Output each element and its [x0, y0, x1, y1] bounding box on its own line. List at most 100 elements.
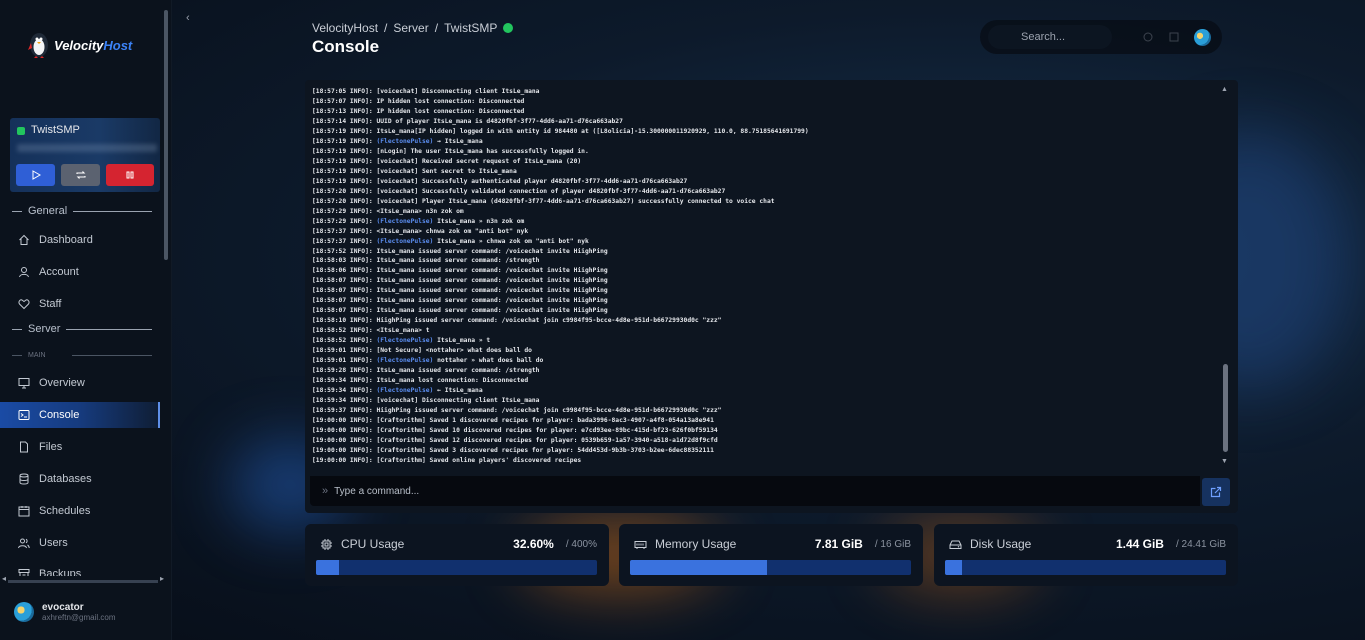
top-bar: [980, 20, 1222, 54]
open-external-button[interactable]: [1202, 478, 1230, 506]
sidebar-item-dashboard[interactable]: Dashboard: [0, 227, 160, 253]
sidebar-item-overview[interactable]: Overview: [0, 370, 160, 396]
console-line: [18:57:52 INFO]: ItsLe_mana issued serve…: [312, 247, 608, 255]
online-status-dot: [503, 23, 514, 33]
user-icon: [19, 267, 29, 278]
console-line: [18:57:14 INFO]: UUID of player ItsLe_ma…: [312, 117, 623, 125]
memory-label: Memory Usage: [655, 537, 737, 551]
user-profile[interactable]: evocator axhreftn@gmail.com: [14, 602, 115, 622]
prompt-chevron-icon: »: [322, 485, 329, 497]
console-line: [18:59:37 INFO]: HiighPing issued server…: [312, 407, 722, 414]
sidebar-item-account[interactable]: Account: [0, 259, 160, 285]
console-line: [18:57:37 INFO]: (FlectonePulse) ItsLe_m…: [312, 237, 589, 245]
memory-progress-bar: [630, 560, 911, 575]
memory-usage-card: Memory Usage 7.81 GiB / 16 GiB: [619, 524, 923, 586]
console-line: [18:58:06 INFO]: ItsLe_mana issued serve…: [312, 267, 608, 275]
console-line: [18:59:01 INFO]: [Not Secure] <nottaher>…: [312, 347, 532, 355]
sidebar-item-files[interactable]: Files: [0, 434, 160, 460]
console-line: [18:59:34 INFO]: ItsLe_mana lost connect…: [312, 377, 529, 385]
command-bar: »: [310, 476, 1200, 506]
console-line: [19:00:00 INFO]: [Craftorithm] Saved 10 …: [312, 426, 718, 434]
header-avatar[interactable]: [1194, 29, 1211, 46]
console-line: [18:57:07 INFO]: IP hidden lost connecti…: [312, 97, 525, 105]
console-scrollbar[interactable]: ▲ ▼: [1221, 86, 1229, 468]
sidebar-horizontal-scrollbar[interactable]: [2, 574, 164, 583]
sidebar-item-users[interactable]: Users: [0, 530, 160, 556]
brand-name: VelocityHost: [54, 37, 133, 53]
section-server-label: Server: [12, 323, 152, 335]
users-icon: [18, 538, 30, 549]
breadcrumb-server[interactable]: Server: [393, 21, 428, 35]
scroll-down-arrow-icon[interactable]: ▼: [1221, 458, 1228, 465]
cpu-max: / 400%: [565, 538, 597, 550]
console-line: [18:58:52 INFO]: <ItsLe_mana> t: [312, 327, 430, 335]
memory-progress-fill: [630, 560, 768, 575]
disk-value: 1.44 GiB: [1115, 537, 1164, 551]
settings-icon[interactable]: [1168, 31, 1180, 43]
console-line: [18:59:01 INFO]: (FlectonePulse) nottahe…: [312, 357, 544, 365]
search-input[interactable]: [988, 25, 1112, 49]
external-link-icon: [1210, 486, 1222, 498]
server-card: TwistSMP: [10, 118, 160, 192]
console-line: [18:57:13 INFO]: IP hidden lost connecti…: [312, 107, 525, 115]
console-line: [18:57:05 INFO]: [voicechat] Disconnecti…: [312, 88, 540, 95]
sidebar-item-schedules[interactable]: Schedules: [0, 498, 160, 524]
disk-progress-fill: [945, 560, 962, 575]
stop-button[interactable]: [106, 164, 154, 186]
sidebar-scrollbar[interactable]: [164, 10, 168, 260]
console-line: [18:59:28 INFO]: ItsLe_mana issued serve…: [312, 367, 540, 375]
console-output: [18:57:05 INFO]: [voicechat] Disconnecti…: [312, 87, 1217, 479]
console-line: [18:58:07 INFO]: ItsLe_mana issued serve…: [312, 277, 608, 285]
console-line: [18:58:07 INFO]: ItsLe_mana issued serve…: [312, 287, 608, 295]
cpu-label: CPU Usage: [341, 537, 405, 551]
user-name: evocator: [42, 602, 84, 613]
console-line: [18:57:19 INFO]: [voicechat] Received se…: [312, 157, 582, 165]
restart-button[interactable]: [61, 164, 100, 186]
console-line: [18:57:20 INFO]: [voicechat] Player ItsL…: [312, 197, 775, 205]
memory-max: / 16 GiB: [874, 538, 911, 550]
archive-icon: [18, 569, 30, 576]
sidebar-item-staff[interactable]: Staff: [0, 291, 160, 317]
calendar-icon: [18, 506, 30, 517]
page-title: Console: [312, 37, 380, 56]
hard-drive-icon: [949, 540, 962, 549]
monitor-icon: [18, 378, 30, 389]
console-line: [18:57:29 INFO]: (FlectonePulse) ItsLe_m…: [312, 217, 525, 225]
notification-icon[interactable]: [1142, 31, 1154, 43]
scroll-up-arrow-icon[interactable]: ▲: [1221, 86, 1228, 93]
console-line: [18:58:07 INFO]: ItsLe_mana issued serve…: [312, 297, 608, 305]
database-icon: [19, 473, 29, 485]
sidebar-item-console[interactable]: Console: [0, 402, 160, 428]
server-status-dot: [17, 127, 25, 135]
console-panel: [18:57:05 INFO]: [voicechat] Disconnecti…: [305, 80, 1238, 513]
cpu-progress-fill: [316, 560, 339, 575]
server-address-blurred: [17, 144, 157, 152]
console-line: [18:58:52 INFO]: (FlectonePulse) ItsLe_m…: [312, 337, 491, 345]
start-button[interactable]: [16, 164, 55, 186]
console-line: [19:00:00 INFO]: [Craftorithm] Saved onl…: [312, 456, 582, 464]
section-main-label: MAIN: [12, 352, 152, 359]
sidebar-item-databases[interactable]: Databases: [0, 466, 160, 492]
stop-icon: [126, 171, 134, 179]
disk-usage-card: Disk Usage 1.44 GiB / 24.41 GiB: [934, 524, 1238, 586]
console-line: [18:59:34 INFO]: [voicechat] Disconnecti…: [312, 397, 540, 405]
breadcrumb-server-name: TwistSMP: [444, 21, 498, 35]
disk-label: Disk Usage: [970, 537, 1032, 551]
sidebar-item-backups[interactable]: Backups: [0, 562, 160, 576]
cpu-value: 32.60%: [513, 537, 554, 551]
file-icon: [20, 441, 28, 453]
repeat-icon: [75, 171, 86, 179]
disk-max: / 24.41 GiB: [1175, 538, 1226, 550]
console-line: [18:59:34 INFO]: (FlectonePulse) ← ItsLe…: [312, 387, 483, 395]
brand-logo[interactable]: VelocityHost: [28, 30, 132, 60]
home-icon: [19, 234, 29, 245]
console-scroll-thumb[interactable]: [1223, 364, 1228, 452]
console-line: [18:57:19 INFO]: ItsLe_mana[IP hidden] l…: [312, 127, 809, 135]
play-icon: [32, 170, 41, 180]
avatar: [14, 602, 34, 622]
collapse-sidebar-chevron-icon[interactable]: ‹: [186, 12, 190, 24]
breadcrumb-home[interactable]: VelocityHost: [312, 21, 378, 35]
console-line: [18:58:10 INFO]: HiighPing issued server…: [312, 317, 722, 325]
console-line: [19:00:00 INFO]: [Craftorithm] Saved 3 d…: [312, 446, 714, 454]
command-input[interactable]: [334, 485, 1175, 497]
